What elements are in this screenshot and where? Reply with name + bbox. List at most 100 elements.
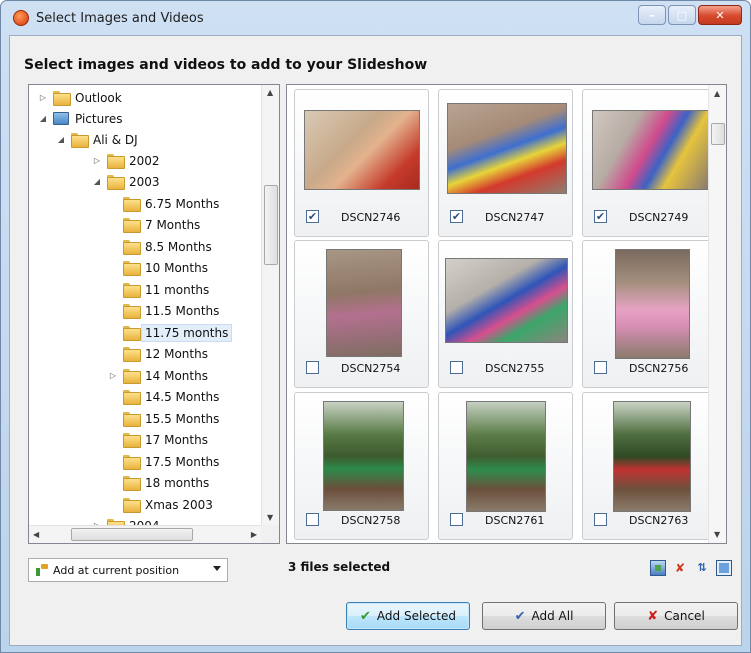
tree-item-ali-dj[interactable]: ◢ Ali & DJ — [55, 129, 138, 150]
tree-horizontal-scroll-thumb[interactable] — [71, 528, 193, 541]
layout-icon[interactable] — [716, 560, 732, 576]
thumbnail-item[interactable]: ✔ DSCN2749 — [582, 89, 717, 237]
file-name: DSCN2758 — [341, 514, 401, 527]
tree-item-label: 11.5 Months — [145, 303, 220, 318]
cancel-label: Cancel — [664, 609, 705, 623]
photo-thumbnail[interactable] — [592, 110, 709, 190]
select-checkbox[interactable]: ✔ — [594, 210, 607, 223]
file-name: DSCN2761 — [485, 514, 545, 527]
insert-position-icon — [35, 563, 49, 577]
thumbnail-item[interactable]: DSCN2763 — [582, 392, 717, 540]
tree-item-11-75-months[interactable]: 11.75 months — [123, 322, 233, 343]
scroll-up-arrow-icon[interactable]: ▲ — [267, 88, 273, 97]
tree-item-11-5-months[interactable]: 11.5 Months — [123, 300, 219, 321]
close-button[interactable]: ✕ — [698, 5, 742, 25]
tree-vertical-scroll-thumb[interactable] — [264, 185, 278, 265]
tree-item-12-months[interactable]: 12 Months — [123, 343, 208, 364]
tree-item-label: 14 Months — [145, 368, 208, 383]
scroll-down-arrow-icon[interactable]: ▼ — [714, 530, 720, 539]
add-selected-label: Add Selected — [376, 609, 456, 623]
minimize-button[interactable]: – — [638, 5, 666, 25]
tree-item-18-months[interactable]: 18 months — [123, 472, 209, 493]
tree-item-8-5-months[interactable]: 8.5 Months — [123, 236, 212, 257]
select-checkbox[interactable] — [306, 361, 319, 374]
remove-icon[interactable]: ✘ — [672, 560, 688, 576]
position-dropdown[interactable]: Add at current position — [28, 558, 228, 582]
photo-thumbnail[interactable] — [304, 110, 420, 190]
photo-thumbnail[interactable] — [323, 401, 404, 511]
collapse-arrow-icon[interactable]: ◢ — [37, 114, 49, 123]
folder-tree: ▷ Outlook ◢ Pictures ◢ Ali & DJ ▷ 2002 ◢ 2003… — [29, 85, 261, 525]
view-image-icon[interactable] — [650, 560, 666, 576]
photo-thumbnail[interactable] — [615, 249, 690, 359]
collapse-arrow-icon[interactable]: ◢ — [91, 177, 103, 186]
select-checkbox[interactable] — [306, 513, 319, 526]
add-all-button[interactable]: ✔ Add All — [482, 602, 606, 630]
photo-thumbnail[interactable] — [447, 103, 567, 194]
scroll-left-arrow-icon[interactable]: ◀ — [33, 530, 39, 539]
tree-item-6-75-months[interactable]: 6.75 Months — [123, 193, 219, 214]
tree-item-10-months[interactable]: 10 Months — [123, 257, 208, 278]
thumbnail-vertical-scrollbar[interactable]: ▲ ▼ — [708, 85, 726, 543]
tree-item-11-months[interactable]: 11 months — [123, 279, 209, 300]
add-selected-button[interactable]: ✔ Add Selected — [346, 602, 470, 630]
tree-item-14-months[interactable]: ▷ 14 Months — [107, 365, 208, 386]
expand-arrow-icon[interactable]: ▷ — [107, 371, 119, 380]
scroll-up-arrow-icon[interactable]: ▲ — [714, 89, 720, 98]
thumbnail-item[interactable]: DSCN2754 — [294, 240, 429, 388]
thumbnail-item[interactable]: ✔ DSCN2747 — [438, 89, 573, 237]
thumbnail-grid: ✔ DSCN2746 ✔ DSCN2747 ✔ DSCN2749 DSCN275… — [286, 84, 727, 544]
select-checkbox[interactable] — [450, 361, 463, 374]
select-checkbox[interactable] — [594, 361, 607, 374]
tree-item-label: 2002 — [129, 153, 160, 168]
photo-thumbnail[interactable] — [613, 401, 691, 512]
select-checkbox[interactable] — [450, 513, 463, 526]
select-checkbox[interactable]: ✔ — [306, 210, 319, 223]
folder-icon — [123, 326, 141, 341]
tree-item-label: 8.5 Months — [145, 239, 212, 254]
cancel-button[interactable]: ✘ Cancel — [614, 602, 738, 630]
sort-icon[interactable]: ⇅ — [694, 560, 710, 576]
tree-item-15-5-months[interactable]: 15.5 Months — [123, 408, 219, 429]
title-bar[interactable]: Select Images and Videos – □ ✕ — [1, 1, 750, 35]
tree-vertical-scrollbar[interactable]: ▲ ▼ — [261, 85, 279, 525]
thumbnail-item[interactable]: DSCN2756 — [582, 240, 717, 388]
photo-thumbnail[interactable] — [466, 401, 546, 512]
tree-item-2003[interactable]: ◢ 2003 — [91, 171, 160, 192]
photo-thumbnail[interactable] — [326, 249, 402, 357]
tree-item-17-5-months[interactable]: 17.5 Months — [123, 451, 219, 472]
thumbnail-item[interactable]: DSCN2755 — [438, 240, 573, 388]
collapse-arrow-icon[interactable]: ◢ — [55, 135, 67, 144]
scroll-right-arrow-icon[interactable]: ▶ — [251, 530, 257, 539]
thumbnail-item[interactable]: DSCN2758 — [294, 392, 429, 540]
thumbnail-scroll-thumb[interactable] — [711, 123, 725, 145]
thumbnail-item[interactable]: ✔ DSCN2746 — [294, 89, 429, 237]
tree-horizontal-scrollbar[interactable]: ◀ ▶ — [29, 525, 261, 543]
thumbnail-item[interactable]: DSCN2761 — [438, 392, 573, 540]
tree-item-label: Outlook — [75, 90, 122, 105]
chevron-down-icon — [213, 566, 221, 571]
file-name: DSCN2763 — [629, 514, 689, 527]
tree-item-outlook[interactable]: ▷ Outlook — [37, 87, 122, 108]
tree-item-label: 18 months — [145, 475, 210, 490]
tree-item-label: 17.5 Months — [145, 454, 220, 469]
tree-item-xmas-2003[interactable]: Xmas 2003 — [123, 494, 213, 515]
tree-item-label: Ali & DJ — [93, 132, 138, 147]
tree-item-pictures[interactable]: ◢ Pictures — [37, 108, 123, 129]
tree-item-7-months[interactable]: 7 Months — [123, 214, 200, 235]
tree-item-14-5-months[interactable]: 14.5 Months — [123, 386, 219, 407]
tree-item-2002[interactable]: ▷ 2002 — [91, 150, 160, 171]
tree-item-label: Pictures — [75, 111, 123, 126]
maximize-button[interactable]: □ — [668, 5, 696, 25]
scroll-down-arrow-icon[interactable]: ▼ — [267, 513, 273, 522]
expand-arrow-icon[interactable]: ▷ — [91, 156, 103, 165]
select-checkbox[interactable]: ✔ — [450, 210, 463, 223]
photo-thumbnail[interactable] — [445, 258, 568, 343]
tree-item-2004[interactable]: ▷2004 — [91, 515, 160, 525]
file-name: DSCN2754 — [341, 362, 401, 375]
select-checkbox[interactable] — [594, 513, 607, 526]
tree-item-label: 11 months — [145, 282, 210, 297]
tree-item-17-months[interactable]: 17 Months — [123, 429, 208, 450]
expand-arrow-icon[interactable]: ▷ — [37, 93, 49, 102]
tree-item-label: 2003 — [129, 174, 160, 189]
